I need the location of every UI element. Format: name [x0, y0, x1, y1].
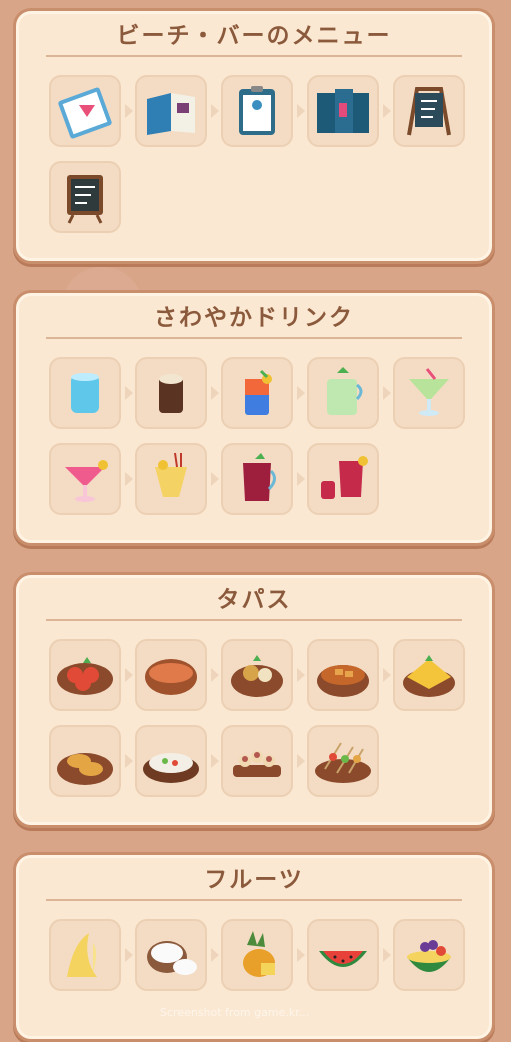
item-slot[interactable] [393, 919, 465, 991]
divider [46, 619, 462, 621]
a-frame-menu-board-icon [407, 87, 451, 136]
divider [46, 899, 462, 901]
item-slot[interactable] [135, 357, 219, 429]
item-slot[interactable] [49, 75, 133, 147]
next-arrow-icon [211, 472, 219, 486]
watermelon-slice-icon [319, 951, 367, 967]
stew-bowl-icon [317, 665, 369, 697]
panel-refreshing-drinks: さわやかドリンク [13, 290, 495, 546]
clipboard-menu-icon [239, 86, 275, 135]
next-arrow-icon [211, 104, 219, 118]
section-title: さわやかドリンク [154, 305, 354, 331]
sangria-set-icon [321, 456, 368, 499]
section-title: フルーツ [204, 867, 304, 893]
chalkboard-sign-icon [67, 175, 103, 224]
next-arrow-icon [297, 386, 305, 400]
item-slot[interactable] [393, 75, 465, 147]
item-slot[interactable] [49, 357, 133, 429]
item-slot[interactable] [393, 639, 465, 711]
next-arrow-icon [125, 668, 133, 682]
next-arrow-icon [125, 104, 133, 118]
item-slot[interactable] [221, 357, 305, 429]
item-slot[interactable] [135, 639, 219, 711]
soup-bowl-icon [145, 659, 197, 695]
croquettes-icon [57, 753, 113, 785]
next-arrow-icon [125, 948, 133, 962]
item-slot[interactable] [307, 725, 379, 797]
next-arrow-icon [125, 472, 133, 486]
next-arrow-icon [297, 668, 305, 682]
tropical-smoothie-icon [155, 452, 187, 497]
skewers-icon [315, 742, 371, 783]
item-slot[interactable] [307, 919, 391, 991]
layered-cocktail-icon [245, 369, 272, 415]
next-arrow-icon [383, 386, 391, 400]
item-slot[interactable] [221, 639, 305, 711]
item-slot[interactable] [135, 75, 219, 147]
item-slot[interactable] [49, 725, 133, 797]
sangria-pitcher-icon [243, 453, 276, 501]
mojito-jug-icon [327, 367, 363, 415]
coconut-icon [147, 941, 197, 975]
octopus-pintxos-icon [233, 751, 281, 777]
item-slot[interactable] [307, 443, 379, 515]
item-slot[interactable] [135, 919, 219, 991]
banana-icon [67, 933, 97, 977]
item-slot[interactable] [135, 443, 219, 515]
tri-fold-menu-icon [317, 89, 369, 133]
salad-icon [143, 753, 199, 783]
next-arrow-icon [297, 948, 305, 962]
item-slot[interactable] [221, 919, 305, 991]
divider [46, 337, 462, 339]
tomato-plate-icon [57, 657, 113, 695]
margarita-glass-icon [409, 368, 449, 416]
item-slot[interactable] [49, 161, 121, 233]
next-arrow-icon [211, 754, 219, 768]
item-slot[interactable] [307, 357, 391, 429]
item-slot[interactable] [135, 725, 219, 797]
tortilla-icon [403, 655, 455, 697]
water-glass-icon [71, 373, 99, 413]
divider [46, 55, 462, 57]
panel-beach-bar-menu: ビーチ・バーのメニュー [13, 8, 495, 264]
next-arrow-icon [297, 472, 305, 486]
section-title: タパス [216, 587, 292, 613]
next-arrow-icon [211, 386, 219, 400]
cocktail-menu-card-icon [58, 87, 112, 139]
item-slot[interactable] [49, 919, 133, 991]
potato-bowl-icon [231, 655, 283, 697]
next-arrow-icon [383, 948, 391, 962]
item-slot[interactable] [221, 443, 305, 515]
next-arrow-icon [211, 668, 219, 682]
item-slot[interactable] [307, 639, 391, 711]
iced-coffee-icon [159, 374, 183, 413]
next-arrow-icon [297, 754, 305, 768]
next-arrow-icon [383, 668, 391, 682]
next-arrow-icon [297, 104, 305, 118]
item-slot[interactable] [49, 639, 133, 711]
item-slot[interactable] [307, 75, 391, 147]
next-arrow-icon [125, 754, 133, 768]
item-slot[interactable] [221, 725, 305, 797]
panel-tapas: タパス [13, 572, 495, 828]
pineapple-icon [243, 931, 275, 977]
item-slot[interactable] [393, 357, 465, 429]
watermark: Screenshot from game.kr... [160, 1006, 310, 1019]
next-arrow-icon [211, 948, 219, 962]
item-slot[interactable] [221, 75, 305, 147]
section-title: ビーチ・バーのメニュー [116, 23, 392, 49]
fruit-basket-icon [407, 940, 451, 972]
pink-cocktail-icon [65, 460, 108, 502]
item-slot[interactable] [49, 443, 133, 515]
next-arrow-icon [383, 104, 391, 118]
next-arrow-icon [125, 386, 133, 400]
folded-menu-icon [147, 93, 195, 135]
